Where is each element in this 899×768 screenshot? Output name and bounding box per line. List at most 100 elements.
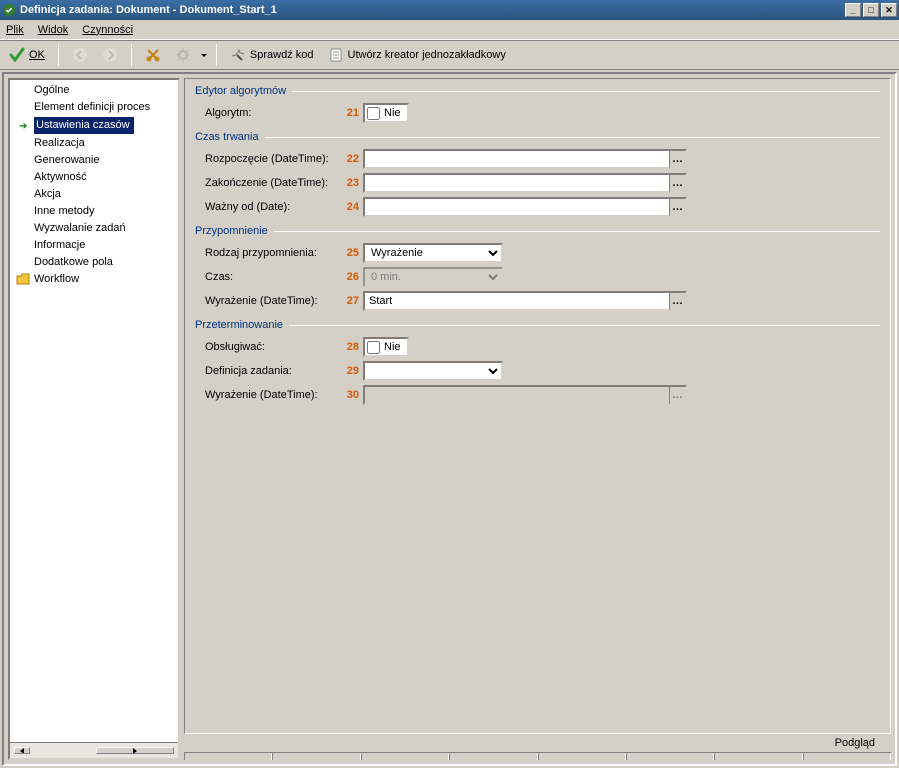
tab-stub[interactable] xyxy=(272,753,360,760)
valid-label: Ważny od (Date): xyxy=(195,201,341,213)
create-wizard-button[interactable]: Utwórz kreator jednozakładkowy xyxy=(323,43,511,67)
menu-actions[interactable]: Czynności xyxy=(82,24,133,36)
scroll-right-button[interactable] xyxy=(96,747,174,754)
expr2-field: … xyxy=(363,385,687,405)
settings-dropdown[interactable] xyxy=(200,43,208,67)
expr2-num: 30 xyxy=(341,389,359,401)
valid-field: … xyxy=(363,197,687,217)
menu-view[interactable]: Widok xyxy=(38,24,69,36)
handle-checkbox-wrap[interactable]: Nie xyxy=(363,337,409,357)
bottom-tabstrip xyxy=(184,752,891,760)
group-reminder-title: Przypomnienie xyxy=(195,225,268,237)
row-time: Czas: 26 0 min. xyxy=(195,267,880,287)
kind-select[interactable]: Wyrażenie xyxy=(363,243,503,263)
group-overdue-title-row: Przeterminowanie xyxy=(195,319,880,331)
menu-file[interactable]: Plik xyxy=(6,24,24,36)
settings-button[interactable] xyxy=(170,43,196,67)
scroll-track[interactable] xyxy=(32,743,94,758)
start-input[interactable] xyxy=(363,149,669,169)
sidebar-item-action[interactable]: Akcja xyxy=(12,186,178,203)
titlebar: Definicja zadania: Dokument - Dokument_S… xyxy=(0,0,899,20)
maximize-button[interactable]: □ xyxy=(863,3,879,17)
divider xyxy=(289,325,880,326)
tab-stub[interactable] xyxy=(184,753,272,760)
group-reminder-title-row: Przypomnienie xyxy=(195,225,880,237)
tab-stub[interactable] xyxy=(538,753,626,760)
cut-button[interactable] xyxy=(140,43,166,67)
nav-forward-button[interactable] xyxy=(97,43,123,67)
sidebar-item-other-methods[interactable]: Inne metody xyxy=(12,203,178,220)
group-overdue-title: Przeterminowanie xyxy=(195,319,283,331)
sidebar-item-element[interactable]: Element definicji proces xyxy=(12,99,178,116)
end-input[interactable] xyxy=(363,173,669,193)
row-valid: Ważny od (Date): 24 … xyxy=(195,197,880,217)
time-select: 0 min. xyxy=(363,267,503,287)
window-buttons: _ □ ✕ xyxy=(843,3,897,17)
taskdef-select[interactable] xyxy=(363,361,503,381)
sidebar-item-workflow[interactable]: Workflow xyxy=(12,271,178,288)
end-picker-button[interactable]: … xyxy=(669,173,687,193)
tab-stub[interactable] xyxy=(626,753,714,760)
separator xyxy=(131,44,132,66)
group-editor-title: Edytor algorytmów xyxy=(195,85,286,97)
handle-checkbox[interactable] xyxy=(367,341,380,354)
expr2-picker-button: … xyxy=(669,385,687,405)
sidebar-item-activity[interactable]: Aktywność xyxy=(12,169,178,186)
check-code-label: Sprawdź kod xyxy=(250,49,314,61)
valid-picker-button[interactable]: … xyxy=(669,197,687,217)
separator xyxy=(216,44,217,66)
nav-back-button[interactable] xyxy=(67,43,93,67)
sidebar-hscroll[interactable] xyxy=(10,742,178,758)
tab-stub[interactable] xyxy=(714,753,802,760)
end-field: … xyxy=(363,173,687,193)
preview-label[interactable]: Podgląd xyxy=(835,737,875,749)
handle-label: Obsługiwać: xyxy=(195,341,341,353)
sidebar-item-realization[interactable]: Realizacja xyxy=(12,135,178,152)
taskdef-num: 29 xyxy=(341,365,359,377)
tab-stub[interactable] xyxy=(449,753,537,760)
algorithm-check-label: Nie xyxy=(384,107,401,119)
expr-picker-button[interactable]: … xyxy=(669,291,687,311)
form-area: Edytor algorytmów Algorytm: 21 Nie xyxy=(184,78,891,734)
tab-stub[interactable] xyxy=(803,753,891,760)
sidebar-item-workflow-label: Workflow xyxy=(34,273,79,285)
sidebar-item-general[interactable]: Ogólne xyxy=(12,82,178,99)
sidebar-item-times[interactable]: Ustawienia czasów xyxy=(34,117,134,134)
expr-input[interactable] xyxy=(363,291,669,311)
algorithm-num: 21 xyxy=(341,107,359,119)
menubar: Plik Widok Czynności xyxy=(0,20,899,40)
algorithm-checkbox[interactable] xyxy=(367,107,380,120)
create-wizard-label: Utwórz kreator jednozakładkowy xyxy=(348,49,506,61)
sidebar-item-times-wrap[interactable]: ➔ Ustawienia czasów xyxy=(12,116,178,135)
minimize-button[interactable]: _ xyxy=(845,3,861,17)
scroll-left-button[interactable] xyxy=(14,747,30,754)
row-start: Rozpoczęcie (DateTime): 22 … xyxy=(195,149,880,169)
expr-field: … xyxy=(363,291,687,311)
sidebar-item-triggering[interactable]: Wyzwalanie zadań xyxy=(12,220,178,237)
start-field: … xyxy=(363,149,687,169)
end-label: Zakończenie (DateTime): xyxy=(195,177,341,189)
handle-num: 28 xyxy=(341,341,359,353)
sidebar-item-extra-fields[interactable]: Dodatkowe pola xyxy=(12,254,178,271)
start-picker-button[interactable]: … xyxy=(669,149,687,169)
form-panel: Edytor algorytmów Algorytm: 21 Nie xyxy=(184,78,891,760)
sidebar-item-info[interactable]: Informacje xyxy=(12,237,178,254)
kind-field: Wyrażenie xyxy=(363,243,503,263)
group-editor: Edytor algorytmów Algorytm: 21 Nie xyxy=(195,85,880,123)
algorithm-checkbox-wrap[interactable]: Nie xyxy=(363,103,409,123)
group-duration-title-row: Czas trwania xyxy=(195,131,880,143)
sidebar-item-generation[interactable]: Generowanie xyxy=(12,152,178,169)
row-expr2: Wyrażenie (DateTime): 30 … xyxy=(195,385,880,405)
algorithm-label: Algorytm: xyxy=(195,107,341,119)
ok-button[interactable]: OK xyxy=(4,43,50,67)
folder-icon xyxy=(16,273,30,285)
group-overdue: Przeterminowanie Obsługiwać: 28 Nie Defi… xyxy=(195,319,880,405)
tab-stub[interactable] xyxy=(361,753,449,760)
valid-input[interactable] xyxy=(363,197,669,217)
start-num: 22 xyxy=(341,153,359,165)
expr2-label: Wyrażenie (DateTime): xyxy=(195,389,341,401)
close-button[interactable]: ✕ xyxy=(881,3,897,17)
row-end: Zakończenie (DateTime): 23 … xyxy=(195,173,880,193)
divider xyxy=(265,137,880,138)
check-code-button[interactable]: Sprawdź kod xyxy=(225,43,319,67)
